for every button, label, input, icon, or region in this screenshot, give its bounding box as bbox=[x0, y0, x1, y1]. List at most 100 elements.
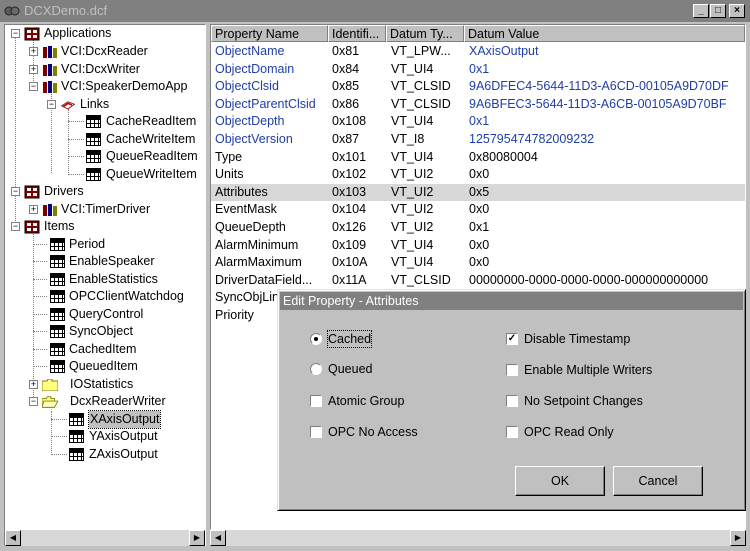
table-row[interactable]: AlarmMinimum 0x109 VT_UI4 0x0 bbox=[211, 237, 745, 255]
tree-item-xaxisoutput[interactable]: XAxisOutput bbox=[5, 409, 205, 429]
datum-type-cell: VT_CLSID bbox=[391, 79, 451, 94]
expand-icon[interactable]: + bbox=[29, 47, 38, 56]
expand-icon[interactable]: + bbox=[29, 64, 38, 74]
scroll-left-icon[interactable]: ◀ bbox=[210, 530, 226, 546]
collapse-icon[interactable]: − bbox=[29, 82, 38, 91]
collapse-icon[interactable]: − bbox=[47, 99, 56, 109]
enable-multiple-writers-label: Enable Multiple Writers bbox=[524, 363, 653, 377]
tree-item-dcxreaderwriter[interactable]: − DcxReaderWriter bbox=[5, 393, 205, 410]
tree-item-label: Drivers bbox=[44, 184, 84, 198]
table-row[interactable]: EventMask 0x104 VT_UI2 0x0 bbox=[211, 201, 745, 219]
tree-item-cacheditem[interactable]: CachedItem bbox=[5, 341, 205, 358]
list-horizontal-scrollbar[interactable]: ◀ ▶ bbox=[210, 530, 746, 546]
column-header-property-name[interactable]: Property Name bbox=[211, 25, 328, 42]
datum-value-cell: XAxisOutput bbox=[469, 44, 539, 58]
tree-item-cachereaditem[interactable]: CacheReadItem bbox=[5, 113, 205, 130]
table-row[interactable]: DriverDataField... 0x11A VT_CLSID 00000000-… bbox=[211, 272, 745, 290]
identifier-cell: 0x101 bbox=[332, 149, 367, 164]
minimize-button[interactable]: _ bbox=[693, 4, 709, 18]
tree-item-speakerdemoapp[interactable]: − VCI:SpeakerDemoApp bbox=[5, 78, 205, 95]
dialog-title[interactable]: Edit Property - Attributes bbox=[280, 292, 743, 310]
table-row[interactable]: ObjectName 0x81 VT_LPW... XAxisOutput bbox=[211, 43, 745, 61]
tree-item-querycontrol[interactable]: QueryControl bbox=[5, 306, 205, 323]
property-name-cell: AlarmMaximum bbox=[215, 255, 302, 270]
property-name-cell: ObjectParentClsid bbox=[215, 96, 316, 111]
column-header-datum-value[interactable]: Datum Value bbox=[464, 25, 745, 42]
collapse-icon[interactable]: − bbox=[11, 29, 20, 38]
tree-item-syncobject[interactable]: SyncObject bbox=[5, 323, 205, 340]
checkbox-indicator bbox=[506, 426, 518, 438]
datum-value-cell: 0x0 bbox=[469, 167, 490, 182]
datum-type-cell: VT_UI4 bbox=[391, 255, 434, 270]
grid-item-icon bbox=[86, 150, 101, 163]
scroll-right-icon[interactable]: ▶ bbox=[189, 530, 205, 546]
tree-item-yaxisoutput[interactable]: YAxisOutput bbox=[5, 428, 205, 445]
identifier-cell: 0x109 bbox=[332, 237, 367, 252]
table-row[interactable]: ObjectDomain 0x84 VT_UI4 0x1 bbox=[211, 61, 745, 79]
tree-item-drivers[interactable]: − Drivers bbox=[5, 183, 205, 200]
datum-value-cell: 9A6BFEC3-5644-11D3-A6CB-00105A9D70BF bbox=[469, 96, 727, 111]
table-row[interactable]: Type 0x101 VT_UI4 0x80080004 bbox=[211, 149, 745, 167]
tree-item-enablespeaker[interactable]: EnableSpeaker bbox=[5, 253, 205, 270]
tree-item-label: ZAxisOutput bbox=[89, 446, 158, 461]
radio-indicator bbox=[310, 363, 322, 375]
title-bar[interactable]: DCXDemo.dcf _ □ × bbox=[0, 0, 750, 22]
tree-item-label: VCI:TimerDriver bbox=[61, 201, 151, 216]
tree-item-queueditem[interactable]: QueuedItem bbox=[5, 358, 205, 375]
table-row[interactable]: AlarmMaximum 0x10A VT_UI4 0x0 bbox=[211, 254, 745, 272]
folder-open-icon bbox=[42, 396, 58, 408]
table-row[interactable]: ObjectClsid 0x85 VT_CLSID 9A6DFEC4-5644-11D… bbox=[211, 78, 745, 96]
column-header-identifier[interactable]: Identifi... bbox=[328, 25, 386, 42]
expand-icon[interactable]: + bbox=[29, 379, 38, 389]
tree-item-queuereaditem[interactable]: QueueReadItem bbox=[5, 148, 205, 165]
table-row[interactable]: Units 0x102 VT_UI2 0x0 bbox=[211, 166, 745, 184]
tree-item-label: EnableStatistics bbox=[69, 271, 158, 286]
tree-item-cachewriteitem[interactable]: CacheWriteItem bbox=[5, 131, 205, 148]
tree-item-label: OPCClientWatchdog bbox=[69, 289, 184, 303]
tree-item-period[interactable]: Period bbox=[5, 236, 205, 253]
close-button[interactable]: × bbox=[729, 4, 745, 18]
column-header-datum-type[interactable]: Datum Ty... bbox=[386, 25, 464, 42]
tree-item-timerdriver[interactable]: + VCI:TimerDriver bbox=[5, 201, 205, 218]
tree-line bbox=[51, 453, 67, 455]
tree-item-label: QueuedItem bbox=[69, 359, 138, 373]
grid-item-icon bbox=[69, 412, 84, 426]
table-row[interactable]: QueueDepth 0x126 VT_UI2 0x1 bbox=[211, 219, 745, 237]
property-name-cell: Attributes bbox=[215, 184, 268, 199]
collapse-icon[interactable]: − bbox=[11, 187, 20, 196]
scroll-right-icon[interactable]: ▶ bbox=[730, 530, 746, 546]
tree-item-links[interactable]: − Links bbox=[5, 96, 205, 113]
datum-value-cell: 0x1 bbox=[469, 114, 490, 129]
table-row[interactable]: Attributes 0x103 VT_UI2 0x5 bbox=[211, 183, 745, 202]
table-row[interactable]: ObjectVersion 0x87 VT_I8 125795474782009232 bbox=[211, 131, 745, 149]
tree-view[interactable]: − Applications + VCI:DcxReader + VCI:Dcx… bbox=[4, 24, 206, 546]
table-row[interactable]: ObjectDepth 0x108 VT_UI4 0x1 bbox=[211, 113, 745, 131]
maximize-button[interactable]: □ bbox=[710, 4, 726, 18]
collapse-icon[interactable]: − bbox=[29, 397, 38, 406]
scroll-left-icon[interactable]: ◀ bbox=[5, 530, 21, 546]
tree-horizontal-scrollbar[interactable]: ◀ ▶ bbox=[5, 530, 205, 546]
tree-item-dcxreader[interactable]: + VCI:DcxReader bbox=[5, 43, 205, 60]
grid-item-icon bbox=[50, 307, 65, 321]
cancel-button[interactable]: Cancel bbox=[613, 466, 703, 496]
tree-item-items[interactable]: − Items bbox=[5, 218, 205, 235]
tree-item-enablestatistics[interactable]: EnableStatistics bbox=[5, 271, 205, 288]
ok-button[interactable]: OK bbox=[515, 466, 605, 496]
checkbox-indicator: ✓ bbox=[506, 333, 518, 345]
expand-icon[interactable]: + bbox=[29, 204, 38, 214]
tree-item-queuewriteitem[interactable]: QueueWriteItem bbox=[5, 166, 205, 183]
tree-line bbox=[33, 296, 47, 297]
tree-item-dcxwriter[interactable]: + VCI:DcxWriter bbox=[5, 61, 205, 78]
identifier-cell: 0x11A bbox=[332, 272, 367, 287]
tree-item-zaxisoutput[interactable]: ZAxisOutput bbox=[5, 446, 205, 463]
app-module-icon bbox=[43, 81, 57, 93]
opc-no-access-label: OPC No Access bbox=[328, 425, 418, 439]
table-row[interactable]: ObjectParentClsid 0x86 VT_CLSID 9A6BFEC3-56… bbox=[211, 96, 745, 114]
tree-item-iostatistics[interactable]: + IOStatistics bbox=[5, 376, 205, 393]
tree-item-applications[interactable]: − Applications bbox=[5, 25, 205, 42]
collapse-icon[interactable]: − bbox=[11, 222, 20, 231]
tree-line bbox=[68, 138, 84, 140]
application-group-icon bbox=[24, 27, 40, 41]
tree-item-opcclientwatchdog[interactable]: OPCClientWatchdog bbox=[5, 288, 205, 305]
property-name-cell: DriverDataField... bbox=[215, 272, 313, 287]
